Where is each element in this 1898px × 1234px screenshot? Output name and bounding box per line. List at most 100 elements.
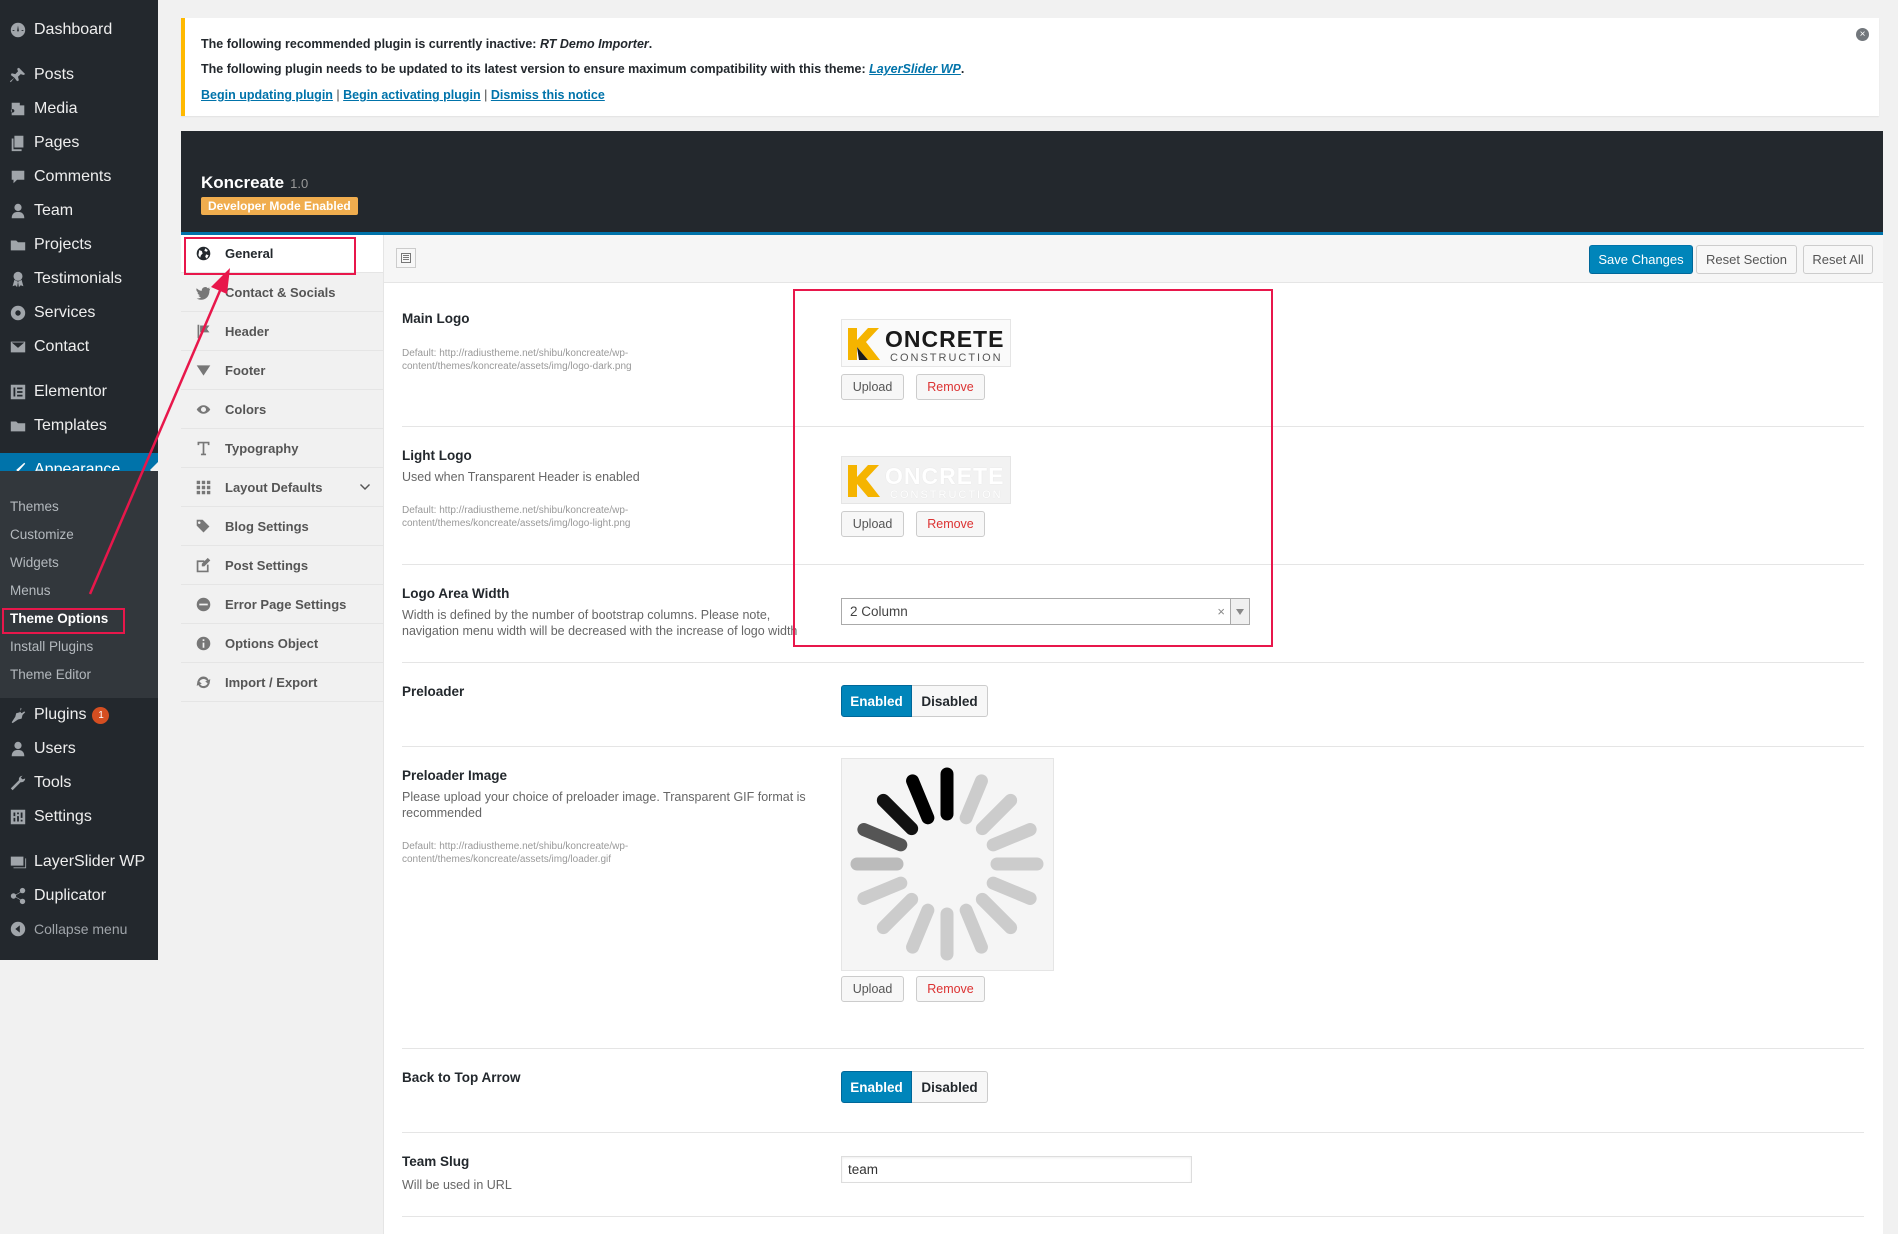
team-slug-input[interactable]: team — [841, 1156, 1192, 1183]
submenu-themes[interactable]: Themes — [10, 499, 59, 514]
submenu-theme-editor[interactable]: Theme Editor — [10, 667, 91, 682]
refresh-icon — [193, 674, 213, 691]
menu-item-pages[interactable]: Pages — [0, 126, 158, 160]
light-logo-upload-button[interactable]: Upload — [841, 511, 904, 537]
menu-item-elementor[interactable]: Elementor — [0, 375, 158, 409]
field-preloader: Preloader Enabled Disabled — [402, 662, 1864, 747]
reset-all-button[interactable]: Reset All — [1803, 245, 1873, 274]
begin-activating-link[interactable]: Begin activating plugin — [343, 88, 481, 102]
field-title: Preloader Image — [402, 768, 508, 783]
light-logo-remove-button[interactable]: Remove — [916, 511, 985, 537]
spinner-spoke — [906, 903, 935, 954]
light-logo-preview: ONCRETE CONSTRUCTION — [841, 456, 1011, 504]
section-header[interactable]: Header — [181, 313, 383, 351]
menu-item-templates[interactable]: Templates — [0, 409, 158, 443]
section-error-page-settings[interactable]: Error Page Settings — [181, 586, 383, 624]
menu-item-plugins[interactable]: Plugins 1 — [0, 698, 158, 732]
back-to-top-disabled-button[interactable]: Disabled — [912, 1071, 988, 1103]
menu-item-users[interactable]: Users — [0, 732, 158, 766]
spinner-spoke — [876, 892, 919, 935]
panel-title: Koncreate 1.0 — [201, 173, 309, 192]
preloader-switch: Enabled Disabled — [841, 685, 988, 717]
field-title: Back to Top Arrow — [402, 1070, 521, 1085]
menu-item-settings[interactable]: Settings — [0, 800, 158, 834]
pin-icon — [8, 65, 28, 85]
menu-item-projects[interactable]: Projects — [0, 228, 158, 262]
reset-section-button[interactable]: Reset Section — [1696, 245, 1797, 274]
menu-item-testimonials[interactable]: Testimonials — [0, 262, 158, 296]
folder-icon — [8, 416, 28, 436]
main-logo-remove-button[interactable]: Remove — [916, 374, 985, 400]
submenu-widgets[interactable]: Widgets — [10, 555, 59, 570]
elementor-icon — [8, 382, 28, 402]
spinner-spoke — [986, 876, 1037, 905]
lifebuoy-icon — [8, 303, 28, 323]
menu-item-media[interactable]: Media — [0, 92, 158, 126]
submenu-install-plugins[interactable]: Install Plugins — [10, 639, 93, 654]
plugin-notice: The following recommended plugin is curr… — [181, 18, 1879, 116]
back-to-top-enabled-button[interactable]: Enabled — [841, 1071, 912, 1103]
dismiss-notice-link[interactable]: Dismiss this notice — [491, 88, 605, 102]
field-title: Logo Area Width — [402, 586, 510, 601]
spinner-spoke — [906, 774, 935, 825]
menu-item-team[interactable]: Team — [0, 194, 158, 228]
spinner-spoke — [975, 793, 1018, 836]
twitter-icon — [193, 284, 213, 301]
menu-item-tools[interactable]: Tools — [0, 766, 158, 800]
select-arrow-icon[interactable] — [1230, 599, 1249, 624]
award-icon — [8, 269, 28, 289]
preloader-disabled-button[interactable]: Disabled — [912, 685, 988, 717]
section-contact-socials[interactable]: Contact & Socials — [181, 274, 383, 312]
menu-item-contact[interactable]: Contact — [0, 330, 158, 364]
field-subtitle: Used when Transparent Header is enabled — [402, 470, 640, 484]
section-footer[interactable]: Footer — [181, 352, 383, 390]
field-main-logo: Main Logo Default: http://radiustheme.ne… — [402, 283, 1864, 427]
close-icon[interactable]: × — [1856, 28, 1869, 41]
collapse-menu-button[interactable]: Collapse menu — [0, 912, 158, 946]
minus-circle-icon — [193, 596, 213, 613]
main-logo-upload-button[interactable]: Upload — [841, 374, 904, 400]
submenu-menus[interactable]: Menus — [10, 583, 51, 598]
options-content: Main Logo Default: http://radiustheme.ne… — [384, 283, 1883, 1234]
section-typography[interactable]: Typography — [181, 430, 383, 468]
save-changes-button[interactable]: Save Changes — [1589, 245, 1693, 274]
main-logo-preview: ONCRETE CONSTRUCTION — [841, 319, 1011, 367]
preloader-upload-button[interactable]: Upload — [841, 976, 904, 1002]
menu-item-comments[interactable]: Comments — [0, 160, 158, 194]
notice-line-2: The following plugin needs to be updated… — [201, 62, 965, 76]
field-preloader-image: Preloader Image Please upload your choic… — [402, 746, 1864, 1049]
section-general[interactable]: General — [181, 235, 383, 273]
layerslider-link[interactable]: LayerSlider WP — [869, 62, 961, 76]
field-title: Preloader — [402, 684, 465, 699]
section-colors[interactable]: Colors — [181, 391, 383, 429]
appearance-submenu: Themes Customize Widgets Menus Theme Opt… — [0, 471, 158, 698]
section-import-export[interactable]: Import / Export — [181, 664, 383, 702]
menu-item-dashboard[interactable]: Dashboard — [0, 13, 158, 47]
comments-icon — [8, 167, 28, 187]
mail-icon — [8, 337, 28, 357]
menu-item-layerslider[interactable]: LayerSlider WP — [0, 845, 158, 879]
menu-item-posts[interactable]: Posts — [0, 58, 158, 92]
section-layout-defaults[interactable]: Layout Defaults — [181, 469, 383, 507]
list-icon — [401, 253, 411, 263]
tags-icon — [193, 518, 213, 535]
chevron-down-icon — [360, 484, 370, 490]
submenu-customize[interactable]: Customize — [10, 527, 74, 542]
field-title: Team Slug — [402, 1154, 470, 1169]
preloader-enabled-button[interactable]: Enabled — [841, 685, 912, 717]
expand-options-button[interactable] — [396, 248, 416, 268]
logo-width-select[interactable]: 2 Column × — [841, 598, 1250, 625]
section-blog-settings[interactable]: Blog Settings — [181, 508, 383, 546]
dashboard-icon — [8, 20, 28, 40]
section-options-object[interactable]: Options Object — [181, 625, 383, 663]
eye-icon — [193, 401, 213, 418]
menu-item-duplicator[interactable]: Duplicator — [0, 879, 158, 913]
preloader-remove-button[interactable]: Remove — [916, 976, 985, 1002]
menu-item-services[interactable]: Services — [0, 296, 158, 330]
clear-selection-icon[interactable]: × — [1217, 604, 1225, 619]
section-post-settings[interactable]: Post Settings — [181, 547, 383, 585]
text-icon — [193, 440, 213, 457]
submenu-theme-options[interactable]: Theme Options — [10, 611, 108, 626]
begin-updating-link[interactable]: Begin updating plugin — [201, 88, 333, 102]
edit-icon — [193, 557, 213, 574]
